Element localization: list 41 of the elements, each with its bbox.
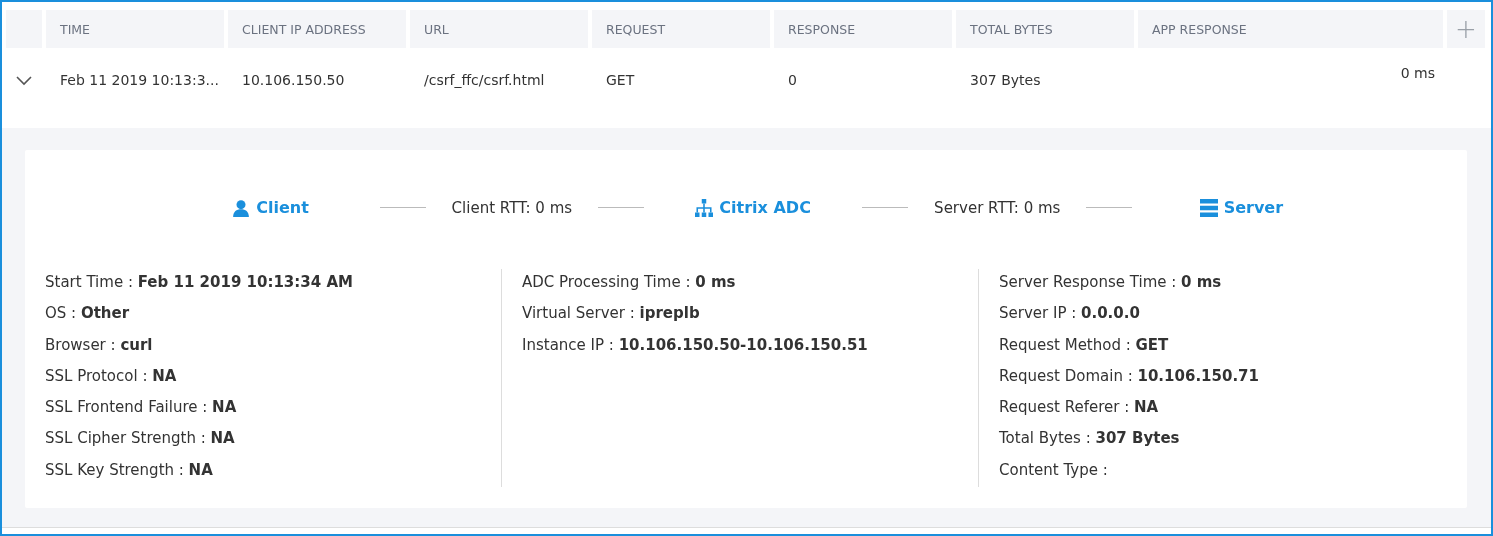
detail-field: Server Response Time : 0 ms	[999, 273, 1456, 305]
detail-field: Browser : curl	[45, 335, 501, 367]
server-icon	[1199, 198, 1218, 217]
detail-field: OS : Other	[45, 304, 501, 336]
table-cell: 0 ms	[1400, 65, 1435, 81]
detail-field: Content Type :	[999, 460, 1456, 493]
user-icon	[232, 198, 251, 217]
add-column-button[interactable]: +	[1447, 10, 1485, 48]
column-header: TIME	[46, 10, 224, 48]
column-header: URL	[410, 10, 588, 48]
expand-toggle-icon[interactable]	[16, 74, 32, 88]
detail-field: Start Time : Feb 11 2019 10:13:34 AM	[45, 273, 501, 305]
rtt-label: Client RTT: 0 ms	[451, 198, 573, 217]
node-label[interactable]: Server	[1223, 198, 1284, 217]
table-cell: GET	[606, 72, 635, 88]
detail-field: Instance IP : 10.106.150.50-10.106.150.51	[522, 335, 978, 367]
detail-field: Virtual Server : ipreplb	[522, 304, 978, 336]
detail-field: Server IP : 0.0.0.0	[999, 304, 1456, 336]
node-label[interactable]: Client	[256, 198, 309, 217]
table-cell: 0	[788, 72, 797, 88]
table-cell: 307 Bytes	[970, 72, 1041, 88]
detail-field: Request Domain : 10.106.150.71	[999, 366, 1456, 399]
column-header: APP RESPONSE	[1138, 10, 1443, 48]
rtt-label: Server RTT: 0 ms	[934, 198, 1061, 217]
detail-field: Request Method : GET	[999, 335, 1456, 367]
detail-field: SSL Key Strength : NA	[45, 460, 501, 493]
table-cell: /csrf_ffc/csrf.html	[424, 72, 545, 88]
detail-field: SSL Frontend Failure : NA	[45, 398, 501, 430]
detail-field: SSL Cipher Strength : NA	[45, 429, 501, 461]
node-label[interactable]: Citrix ADC	[719, 198, 811, 217]
network-icon	[695, 198, 714, 217]
detail-field: Request Referer : NA	[999, 398, 1456, 430]
detail-field: Total Bytes : 307 Bytes	[999, 429, 1456, 461]
detail-field: SSL Protocol : NA	[45, 366, 501, 399]
detail-field: ADC Processing Time : 0 ms	[522, 273, 978, 305]
table-cell: 10.106.150.50	[242, 72, 345, 88]
column-header: RESPONSE	[774, 10, 952, 48]
column-header: CLIENT IP ADDRESS	[228, 10, 406, 48]
column-header: REQUEST	[592, 10, 770, 48]
column-header: TOTAL BYTES	[956, 10, 1134, 48]
table-cell: Feb 11 2019 10:13:3...	[60, 72, 219, 88]
